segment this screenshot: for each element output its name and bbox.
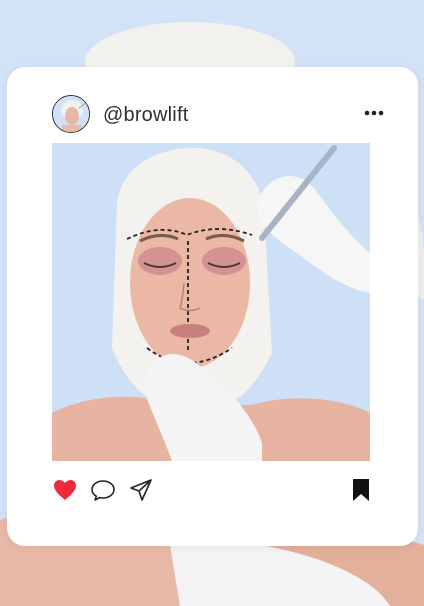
action-bar: [52, 477, 370, 503]
send-paper-plane-icon: [130, 479, 152, 501]
share-button[interactable]: [128, 477, 154, 503]
post-image[interactable]: [52, 143, 370, 461]
post-photo: [52, 143, 370, 461]
like-button[interactable]: [52, 477, 78, 503]
heart-icon: [54, 480, 76, 500]
post-card: @browlift: [7, 67, 418, 546]
bookmark-icon: [353, 479, 369, 501]
comment-button[interactable]: [90, 477, 116, 503]
comment-bubble-icon: [91, 480, 115, 501]
avatar-image: [53, 96, 89, 132]
post-header: @browlift: [52, 95, 388, 135]
avatar[interactable]: [52, 95, 90, 133]
more-dots-icon: [364, 110, 384, 116]
username[interactable]: @browlift: [103, 104, 188, 127]
save-button[interactable]: [348, 477, 374, 503]
more-options-button[interactable]: [360, 103, 388, 123]
